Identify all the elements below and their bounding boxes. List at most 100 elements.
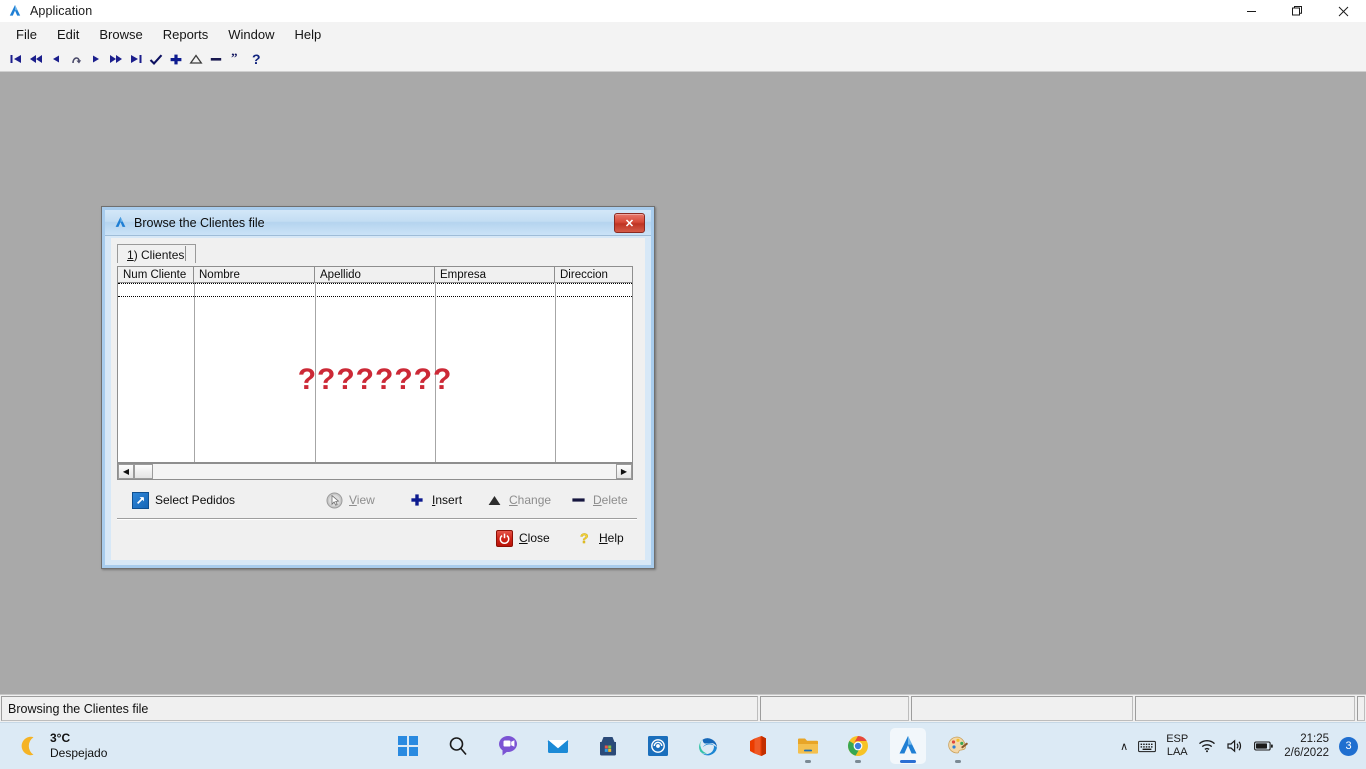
minimize-button[interactable] <box>1228 0 1274 22</box>
mdi-client-area: Browse the Clientes file ✕ 1) Clientes N… <box>0 72 1366 694</box>
column-header-nombre[interactable]: Nombre <box>194 267 315 282</box>
help-label: elp <box>607 531 624 545</box>
chrome-browser-button[interactable] <box>840 728 876 764</box>
application-window: Application File Edit Browse Reports Win… <box>0 0 1366 723</box>
restore-button[interactable] <box>1274 0 1320 22</box>
status-bar: Browsing the Clientes file <box>0 694 1366 723</box>
language-indicator[interactable]: ESP LAA <box>1166 733 1188 759</box>
blue-app-button[interactable] <box>640 728 676 764</box>
svg-text:”: ” <box>231 53 238 65</box>
quote-icon[interactable]: ” <box>226 49 246 69</box>
delete-minus-icon[interactable] <box>206 49 226 69</box>
last-record-icon[interactable] <box>126 49 146 69</box>
view-button[interactable]: View <box>325 489 375 511</box>
status-message: Browsing the Clientes file <box>1 696 758 721</box>
select-check-icon[interactable] <box>146 49 166 69</box>
locate-record-icon[interactable] <box>66 49 86 69</box>
delete-label: elete <box>601 493 628 507</box>
status-panel-2 <box>759 696 909 721</box>
tab-strip: 1) Clientes <box>117 244 637 263</box>
menu-edit[interactable]: Edit <box>47 24 89 46</box>
grid-error-message: ???????? <box>297 363 453 396</box>
status-panel-3 <box>910 696 1133 721</box>
tab-label: ) Clientes <box>133 247 185 262</box>
language-line1: ESP <box>1166 732 1189 745</box>
office-button[interactable] <box>740 728 776 764</box>
chat-teams-button[interactable] <box>490 728 526 764</box>
taskbar-clock[interactable]: 21:25 2/6/2022 <box>1284 732 1329 761</box>
keyboard-icon[interactable] <box>1138 740 1157 753</box>
change-triangle-icon <box>485 491 503 509</box>
language-line2: LAA <box>1166 746 1188 758</box>
battery-icon[interactable] <box>1254 740 1274 752</box>
status-panel-4 <box>1134 696 1355 721</box>
file-explorer-button[interactable] <box>790 728 826 764</box>
close-button[interactable] <box>1320 0 1366 22</box>
insert-label: nsert <box>435 493 463 507</box>
status-panel-5 <box>1357 696 1365 721</box>
menu-file[interactable]: File <box>6 24 47 46</box>
speaker-icon[interactable] <box>1226 739 1244 753</box>
select-pedidos-label: Select Pedidos <box>155 493 236 507</box>
scroll-left-arrow-icon[interactable]: ◀ <box>118 464 134 479</box>
help-question-icon[interactable]: ? <box>246 49 266 69</box>
scrollbar-thumb[interactable] <box>134 464 153 479</box>
change-label: hange <box>517 493 552 507</box>
view-label: iew <box>356 493 375 507</box>
window-title: Application <box>30 4 93 18</box>
clarion-app-button[interactable] <box>890 728 926 764</box>
scrollbar-track[interactable] <box>134 464 616 479</box>
select-pedidos-button[interactable]: Select Pedidos <box>131 489 235 511</box>
insert-plus-icon <box>408 491 426 509</box>
notification-badge[interactable]: 3 <box>1339 736 1358 756</box>
previous-record-icon[interactable] <box>46 49 66 69</box>
edge-browser-button[interactable] <box>690 728 726 764</box>
column-header-num-cliente[interactable]: Num Cliente <box>118 267 194 282</box>
action-button-row: Select Pedidos View Insert Change Delete <box>117 486 633 514</box>
menu-window[interactable]: Window <box>218 24 284 46</box>
search-button[interactable] <box>440 728 476 764</box>
grid-horizontal-scrollbar[interactable]: ◀ ▶ <box>117 463 633 480</box>
tab-accel: 1 <box>127 247 134 262</box>
select-arrow-icon <box>131 491 149 509</box>
menu-reports[interactable]: Reports <box>153 24 219 46</box>
help-question-icon: ? <box>575 529 593 547</box>
column-header-apellido[interactable]: Apellido <box>315 267 435 282</box>
mail-button[interactable] <box>540 728 576 764</box>
page-back-icon[interactable] <box>26 49 46 69</box>
power-close-icon <box>495 529 513 547</box>
microsoft-store-button[interactable] <box>590 728 626 764</box>
browse-clientes-dialog: Browse the Clientes file ✕ 1) Clientes N… <box>101 206 655 569</box>
insert-button[interactable]: Insert <box>408 489 462 511</box>
page-forward-icon[interactable] <box>106 49 126 69</box>
tab-separator <box>185 246 186 261</box>
main-toolbar: ” ? <box>0 47 1366 72</box>
insert-plus-icon[interactable] <box>166 49 186 69</box>
menu-help[interactable]: Help <box>285 24 332 46</box>
dialog-titlebar: Browse the Clientes file ✕ <box>105 210 651 236</box>
grid-rows: ???????? <box>118 283 632 462</box>
windows-taskbar: 3°C Despejado ∧ ESP LAA 21:25 2/6/2022 3 <box>0 722 1366 769</box>
svg-text:?: ? <box>580 530 589 546</box>
column-header-empresa[interactable]: Empresa <box>435 267 555 282</box>
wifi-icon[interactable] <box>1198 739 1216 753</box>
dialog-title: Browse the Clientes file <box>134 215 265 230</box>
column-header-direccion[interactable]: Direccion <box>555 267 632 282</box>
change-triangle-icon[interactable] <box>186 49 206 69</box>
close-button[interactable]: Close <box>495 527 550 549</box>
scroll-right-arrow-icon[interactable]: ▶ <box>616 464 632 479</box>
paint-button[interactable] <box>940 728 976 764</box>
first-record-icon[interactable] <box>6 49 26 69</box>
change-button[interactable]: Change <box>485 489 551 511</box>
menu-browse[interactable]: Browse <box>89 24 152 46</box>
delete-button[interactable]: Delete <box>569 489 628 511</box>
start-button[interactable] <box>390 728 426 764</box>
help-button[interactable]: ? Help <box>575 527 624 549</box>
tray-overflow-chevron-icon[interactable]: ∧ <box>1120 740 1128 753</box>
clientes-grid[interactable]: Num Cliente Nombre Apellido Empresa Dire… <box>117 266 633 463</box>
delete-minus-icon <box>569 491 587 509</box>
next-record-icon[interactable] <box>86 49 106 69</box>
view-accel: V <box>349 493 357 507</box>
dialog-close-button[interactable]: ✕ <box>614 213 645 233</box>
dialog-body: 1) Clientes Num Cliente Nombre Apellido … <box>111 238 645 560</box>
